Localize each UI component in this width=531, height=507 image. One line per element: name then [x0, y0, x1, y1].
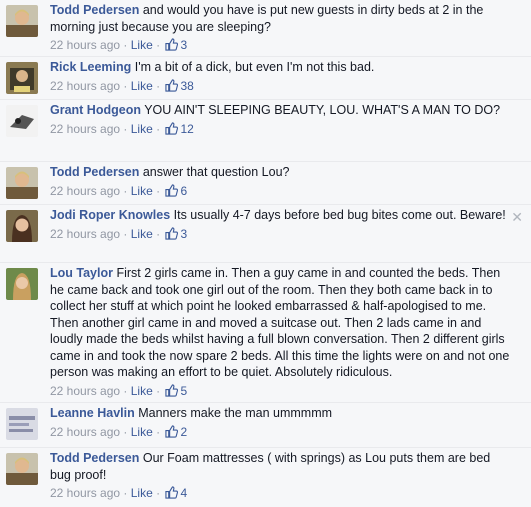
- comment-timestamp[interactable]: 22 hours ago: [50, 38, 120, 52]
- comment-text: answer that question Lou?: [142, 165, 290, 179]
- comment-meta: 22 hours ago · Like · 3: [50, 226, 512, 245]
- separator: ·: [123, 121, 128, 136]
- separator: ·: [123, 486, 128, 500]
- like-button[interactable]: Like: [131, 227, 153, 241]
- like-count[interactable]: 12: [180, 122, 193, 136]
- separator: ·: [123, 78, 128, 93]
- like-count[interactable]: 6: [180, 184, 187, 198]
- like-button[interactable]: Like: [131, 384, 153, 398]
- comment-meta: 22 hours ago · Like · 6: [50, 183, 512, 202]
- comment-author[interactable]: Todd Pedersen: [50, 3, 139, 17]
- comment-author[interactable]: Todd Pedersen: [50, 165, 139, 179]
- separator: ·: [123, 383, 128, 398]
- comment-text: First 2 girls came in. Then a guy came i…: [50, 266, 510, 379]
- comment-author[interactable]: Todd Pedersen: [50, 451, 139, 465]
- separator: ·: [156, 38, 161, 52]
- comment-author[interactable]: Jodi Roper Knowles: [50, 208, 170, 222]
- like-button[interactable]: Like: [131, 122, 153, 136]
- comment-body: Lou Taylor First 2 girls came in. Then a…: [50, 265, 512, 401]
- separator: ·: [123, 183, 128, 198]
- avatar[interactable]: [6, 210, 38, 242]
- comment-author[interactable]: Rick Leeming: [50, 60, 131, 74]
- thumbs-up-icon[interactable]: [165, 183, 179, 202]
- avatar[interactable]: [6, 268, 38, 300]
- comment-body: Todd Pedersen answer that question Lou? …: [50, 164, 512, 201]
- avatar[interactable]: [6, 167, 38, 199]
- comment-timestamp[interactable]: 22 hours ago: [50, 184, 120, 198]
- comment: Todd Pedersen Our Foam mattresses ( with…: [0, 447, 531, 507]
- separator: ·: [156, 226, 161, 241]
- like-button[interactable]: Like: [131, 184, 153, 198]
- thumbs-up-icon[interactable]: [165, 38, 179, 56]
- comment-timestamp[interactable]: 22 hours ago: [50, 384, 120, 398]
- comment-text: Manners make the man ummmmm: [138, 406, 333, 420]
- avatar[interactable]: [6, 408, 38, 440]
- comment-meta: 22 hours ago · Like · 38: [50, 78, 512, 97]
- thumbs-up-icon[interactable]: [165, 121, 179, 140]
- separator: ·: [156, 383, 161, 398]
- comment-body: Rick Leeming I'm a bit of a dick, but ev…: [50, 59, 512, 96]
- comment-list: Todd Pedersen and would you have is put …: [0, 0, 531, 507]
- like-count[interactable]: 38: [180, 79, 193, 93]
- avatar[interactable]: [6, 453, 38, 485]
- comment: Leanne Havlin Manners make the man ummmm…: [0, 402, 531, 447]
- comment-timestamp[interactable]: 22 hours ago: [50, 486, 120, 500]
- like-button[interactable]: Like: [131, 79, 153, 93]
- comment-timestamp[interactable]: 22 hours ago: [50, 227, 120, 241]
- comment-author[interactable]: Grant Hodgeon: [50, 103, 141, 117]
- comment: Grant Hodgeon YOU AIN'T SLEEPING BEAUTY,…: [0, 99, 531, 161]
- comment-timestamp[interactable]: 22 hours ago: [50, 79, 120, 93]
- like-count[interactable]: 5: [180, 384, 187, 398]
- comment-body: Todd Pedersen Our Foam mattresses ( with…: [50, 450, 512, 504]
- thumbs-up-icon[interactable]: [165, 226, 179, 245]
- like-button[interactable]: Like: [131, 38, 153, 52]
- comment: Lou Taylor First 2 girls came in. Then a…: [0, 262, 531, 402]
- comment-body: Grant Hodgeon YOU AIN'T SLEEPING BEAUTY,…: [50, 102, 512, 139]
- separator: ·: [156, 183, 161, 198]
- comment-text: Its usually 4-7 days before bed bug bite…: [173, 208, 506, 222]
- comment: Rick Leeming I'm a bit of a dick, but ev…: [0, 56, 531, 99]
- comment-timestamp[interactable]: 22 hours ago: [50, 425, 120, 439]
- like-count[interactable]: 3: [180, 38, 187, 52]
- separator: ·: [156, 78, 161, 93]
- comment: Todd Pedersen answer that question Lou? …: [0, 161, 531, 204]
- thumbs-up-icon[interactable]: [165, 486, 179, 504]
- comment: Todd Pedersen and would you have is put …: [0, 0, 531, 56]
- separator: ·: [123, 38, 128, 52]
- comment-meta: 22 hours ago · Like · 12: [50, 121, 512, 140]
- comment-author[interactable]: Lou Taylor: [50, 266, 113, 280]
- avatar[interactable]: [6, 62, 38, 94]
- close-icon[interactable]: ✕: [511, 209, 523, 226]
- comment-meta: 22 hours ago · Like · 4: [50, 485, 512, 504]
- like-button[interactable]: Like: [131, 486, 153, 500]
- thumbs-up-icon[interactable]: [165, 424, 179, 443]
- comment-meta: 22 hours ago · Like · 2: [50, 424, 512, 443]
- like-count[interactable]: 2: [180, 425, 187, 439]
- comment-text: YOU AIN'T SLEEPING BEAUTY, LOU. WHAT'S A…: [144, 103, 501, 117]
- avatar[interactable]: [6, 5, 38, 37]
- separator: ·: [156, 486, 161, 500]
- separator: ·: [123, 226, 128, 241]
- comment-body: Leanne Havlin Manners make the man ummmm…: [50, 405, 512, 442]
- like-count[interactable]: 3: [180, 227, 187, 241]
- comment-text: I'm a bit of a dick, but even I'm not th…: [134, 60, 375, 74]
- thumbs-up-icon[interactable]: [165, 383, 179, 402]
- separator: ·: [156, 424, 161, 439]
- avatar[interactable]: [6, 105, 38, 137]
- separator: ·: [156, 121, 161, 136]
- comment-meta: 22 hours ago · Like · 3: [50, 37, 512, 56]
- like-count[interactable]: 4: [180, 486, 187, 500]
- comment-body: Todd Pedersen and would you have is put …: [50, 2, 512, 56]
- comment-body: Jodi Roper Knowles Its usually 4-7 days …: [50, 207, 512, 244]
- comment: Jodi Roper Knowles Its usually 4-7 days …: [0, 204, 531, 262]
- comment-timestamp[interactable]: 22 hours ago: [50, 122, 120, 136]
- comment-meta: 22 hours ago · Like · 5: [50, 383, 512, 402]
- thumbs-up-icon[interactable]: [165, 78, 179, 97]
- separator: ·: [123, 424, 128, 439]
- like-button[interactable]: Like: [131, 425, 153, 439]
- comment-author[interactable]: Leanne Havlin: [50, 406, 135, 420]
